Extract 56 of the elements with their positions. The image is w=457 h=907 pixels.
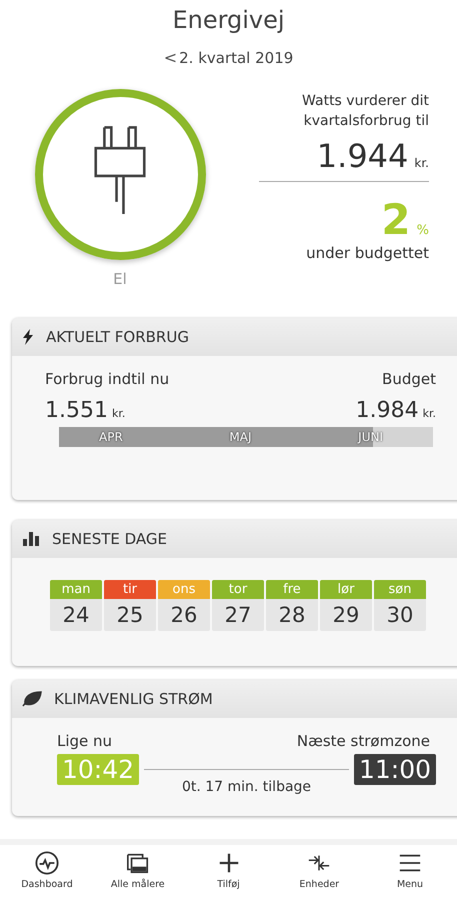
- climate-power-card[interactable]: KLIMAVENLIG STRØM Lige nu Næste strømzone 10:42 11:00 0t. 17 min. tilbage: [12, 680, 457, 816]
- estimate-value: 1.944: [316, 137, 408, 175]
- day-date: 29: [332, 602, 360, 629]
- month-label: JUNI: [358, 430, 383, 444]
- card-title: AKTUELT FORBRUG: [46, 328, 189, 346]
- tab-bar-item[interactable]: Dashboard: [4, 845, 90, 907]
- page-title: Energivej: [172, 6, 285, 34]
- card-title: SENESTE DAGE: [52, 530, 168, 548]
- used-label: Forbrug indtil nu: [45, 370, 170, 388]
- day-label: søn: [374, 580, 426, 599]
- day-label: ons: [158, 580, 210, 599]
- bar-chart-icon: [22, 532, 40, 546]
- used-value: 1.551: [45, 398, 108, 423]
- current-time: 10:42: [57, 754, 140, 785]
- pulse-icon: [35, 851, 59, 875]
- month-label: MAJ: [229, 430, 252, 444]
- meter-ring[interactable]: [34, 89, 206, 260]
- day-label: fre: [266, 580, 318, 599]
- day-label: man: [50, 580, 102, 599]
- leaf-icon: [22, 691, 42, 707]
- tab-bar-item[interactable]: Menu: [367, 845, 453, 907]
- tab-bar-item[interactable]: Alle målere: [94, 845, 181, 907]
- budget-unit: kr.: [422, 407, 436, 420]
- lightning-icon: [22, 329, 34, 345]
- tab-bar-item[interactable]: Enheder: [276, 845, 362, 907]
- month-label: APR: [99, 430, 123, 444]
- day-date: 27: [224, 602, 252, 629]
- estimate-label: Watts vurderer dit kvartalsforbrug til: [301, 92, 429, 131]
- next-zone-time: 11:00: [354, 754, 436, 785]
- day-label: tir: [104, 580, 156, 599]
- day-date: 25: [116, 602, 144, 629]
- remaining-time: 0t. 17 min. tilbage: [180, 779, 312, 795]
- period-label: 2. kvartal 2019: [179, 48, 294, 66]
- estimate-unit: kr.: [414, 156, 429, 170]
- day-label: tor: [212, 580, 264, 599]
- tab-bar-item[interactable]: Tilføj: [186, 845, 272, 907]
- previous-period-button[interactable]: <: [164, 48, 178, 67]
- photo-stack-icon: [126, 851, 150, 875]
- day-date: 28: [278, 602, 306, 629]
- percent-value: 2: [381, 198, 411, 242]
- meter-label: El: [113, 270, 127, 288]
- day-date: 26: [170, 602, 198, 629]
- recent-days-card[interactable]: SENESTE DAGE man 24 tir 25 ons 26 tor 27 fre 28 lør 29 søn 30: [12, 520, 457, 666]
- card-title: KLIMAVENLIG STRØM: [54, 690, 213, 708]
- next-zone-label: Næste strømzone: [296, 732, 430, 750]
- plug-icon: [94, 124, 146, 214]
- budget-value: 1.984: [356, 398, 419, 423]
- usage-card[interactable]: AKTUELT FORBRUG Forbrug indtil nu Budget 1.551 kr. 1.984 kr. APR MAJ JUNI: [12, 318, 457, 500]
- now-label: Lige nu: [57, 732, 112, 750]
- percent-unit: %: [416, 223, 429, 238]
- day-date: 30: [386, 602, 414, 629]
- used-unit: kr.: [112, 407, 126, 420]
- day-date: 24: [62, 602, 90, 629]
- budget-label: Budget: [382, 370, 436, 388]
- day-label: lør: [320, 580, 372, 599]
- percent-label: under budgettet: [306, 244, 429, 262]
